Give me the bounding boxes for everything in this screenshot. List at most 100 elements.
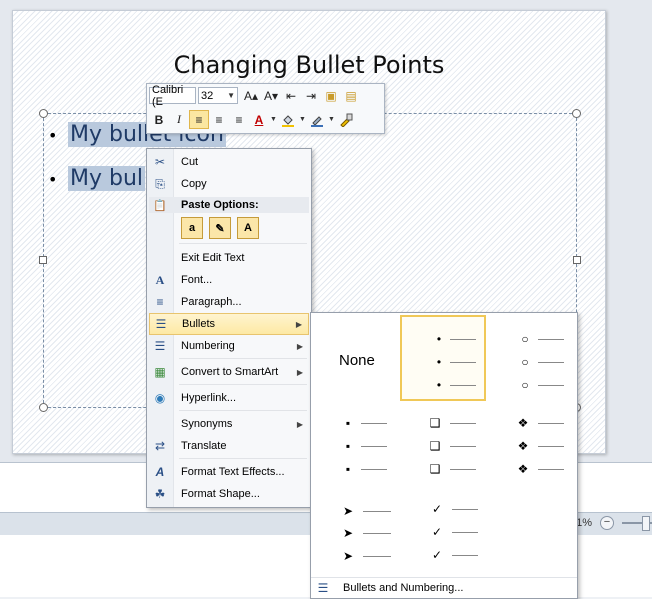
bullets-and-numbering-item[interactable]: ☰ Bullets and Numbering... — [311, 577, 577, 598]
zoom-slider-thumb[interactable] — [642, 516, 650, 531]
bullet-style-hollow-square[interactable]: ❑ ❑ ❑ — [400, 407, 486, 493]
menu-item-numbering[interactable]: ☰ Numbering ▶ — [149, 335, 309, 357]
paste-keep-text-only-button[interactable]: A — [237, 217, 259, 239]
bullet-style-checkmark[interactable]: ✓ ✓ ✓ — [400, 493, 486, 579]
sample-line — [450, 469, 476, 470]
grow-font-button[interactable]: A▴ — [241, 86, 261, 105]
bullet-style-none[interactable]: None — [313, 315, 399, 401]
decrease-indent-button[interactable]: ⇤ — [281, 86, 301, 105]
fill-color-dropdown[interactable]: ▼ — [298, 110, 307, 129]
menu-item-paragraph[interactable]: ≡ Paragraph... — [149, 291, 309, 313]
menu-item-label: Format Shape... — [181, 488, 260, 500]
chevron-down-icon: ▼ — [328, 116, 335, 123]
resize-handle-top-left[interactable] — [39, 109, 48, 118]
italic-button[interactable]: I — [169, 110, 189, 129]
menu-item-exit-edit-text[interactable]: Exit Edit Text — [149, 247, 309, 269]
hollow-square-icon: ❑ — [429, 416, 441, 430]
menu-separator — [179, 358, 307, 359]
send-to-back-button[interactable]: ▤ — [341, 86, 361, 105]
menu-item-format-text-effects[interactable]: A Format Text Effects... — [149, 461, 309, 483]
menu-item-font[interactable]: A Font... — [149, 269, 309, 291]
globe-link-icon: ◉ — [154, 391, 166, 405]
format-painter-button[interactable] — [336, 110, 356, 129]
sample-line — [452, 555, 478, 556]
bullet-style-filled-round[interactable]: • • • — [400, 315, 486, 401]
increase-indent-icon: ⇥ — [305, 88, 317, 103]
bullet-text[interactable]: My bul — [68, 166, 146, 191]
chevron-down-icon: ▼ — [299, 116, 306, 123]
menu-item-synonyms[interactable]: Synonyms ▶ — [149, 413, 309, 435]
align-left-icon: ≡ — [195, 112, 203, 127]
hollow-square-icon: ❑ — [429, 439, 441, 453]
menu-item-label: Copy — [181, 178, 207, 190]
menu-item-cut[interactable]: ✂ Cut — [149, 151, 309, 173]
submenu-arrow-icon: ▶ — [296, 419, 303, 429]
font-name-dropdown[interactable]: Calibri (E — [149, 84, 196, 108]
bold-button[interactable]: B — [149, 110, 169, 129]
bullet-dot-icon: • — [436, 378, 442, 392]
checkmark-icon: ✓ — [431, 502, 443, 516]
resize-handle-left[interactable] — [39, 256, 47, 264]
menu-item-bullets[interactable]: ☰ Bullets ▶ — [149, 313, 309, 335]
diamond-star-icon: ❖ — [517, 416, 529, 430]
resize-handle-top-right[interactable] — [572, 109, 581, 118]
copy-icon: ⎘ — [155, 176, 165, 191]
align-left-button[interactable]: ≡ — [189, 110, 209, 129]
shrink-font-button[interactable]: A▾ — [261, 86, 281, 105]
bullet-style-star[interactable]: ❖ ❖ ❖ — [488, 407, 574, 493]
resize-handle-right[interactable] — [573, 256, 581, 264]
increase-indent-button[interactable]: ⇥ — [301, 86, 321, 105]
menu-separator — [179, 410, 307, 411]
bullet-dot-icon: • — [436, 332, 442, 346]
zoom-out-button[interactable]: − — [600, 516, 614, 530]
menu-separator — [179, 384, 307, 385]
slide-title[interactable]: Changing Bullet Points — [13, 51, 605, 79]
submenu-arrow-icon: ▶ — [296, 341, 303, 351]
font-color-button[interactable]: A — [249, 110, 269, 129]
arrow-bullet-icon: ➤ — [342, 549, 354, 563]
fill-color-button[interactable] — [278, 110, 298, 129]
bullet-style-arrow[interactable]: ➤ ➤ ➤ — [313, 493, 399, 579]
font-icon: A — [155, 272, 165, 287]
bullet-marker: • — [48, 169, 58, 189]
bullet-line-2[interactable]: • My bul — [48, 166, 146, 191]
sample-line — [538, 362, 564, 363]
menu-item-label: Synonyms — [181, 418, 233, 430]
sample-line — [450, 362, 476, 363]
align-right-icon: ≡ — [235, 112, 243, 127]
menu-item-hyperlink[interactable]: ◉ Hyperlink... — [149, 387, 309, 409]
format-shape-icon: ☘ — [154, 487, 166, 501]
line-color-button[interactable] — [307, 110, 327, 129]
menu-item-label: Format Text Effects... — [181, 466, 285, 478]
paste-options-header: 📋 Paste Options: — [149, 197, 309, 213]
bring-to-front-button[interactable]: ▣ — [321, 86, 341, 105]
menu-item-format-shape[interactable]: ☘ Format Shape... — [149, 483, 309, 505]
submenu-arrow-icon: ▶ — [296, 367, 303, 377]
smartart-icon: ▦ — [154, 365, 166, 379]
chevron-down-icon: ▼ — [270, 116, 277, 123]
menu-item-translate[interactable]: ⇄ Translate — [149, 435, 309, 457]
sample-line — [361, 446, 387, 447]
bullet-style-filled-square[interactable]: ▪ ▪ ▪ — [313, 407, 399, 493]
menu-item-convert-smartart[interactable]: ▦ Convert to SmartArt ▶ — [149, 361, 309, 383]
paste-use-destination-theme-button[interactable]: a — [181, 217, 203, 239]
menu-item-label: Numbering — [181, 340, 235, 352]
paste-keep-source-formatting-button[interactable]: ✎ — [209, 217, 231, 239]
zoom-level[interactable]: 1% — [576, 517, 592, 529]
menu-item-label: Font... — [181, 274, 213, 286]
line-color-dropdown[interactable]: ▼ — [327, 110, 336, 129]
menu-item-copy[interactable]: ⎘ Copy — [149, 173, 309, 195]
align-center-button[interactable]: ≡ — [209, 110, 229, 129]
menu-item-label: Paragraph... — [181, 296, 242, 308]
paint-bucket-icon — [282, 114, 294, 127]
sample-line — [538, 469, 564, 470]
font-size-dropdown[interactable]: 32 ▼ — [198, 87, 238, 104]
resize-handle-bottom-left[interactable] — [39, 403, 48, 412]
menu-item-label: Translate — [181, 440, 227, 452]
bullet-style-hollow-round[interactable]: ○ ○ ○ — [488, 315, 574, 401]
checkmark-icon: ✓ — [431, 525, 443, 539]
align-right-button[interactable]: ≡ — [229, 110, 249, 129]
bring-to-front-icon: ▣ — [325, 88, 337, 103]
bold-icon: B — [154, 112, 164, 127]
font-color-dropdown[interactable]: ▼ — [269, 110, 278, 129]
